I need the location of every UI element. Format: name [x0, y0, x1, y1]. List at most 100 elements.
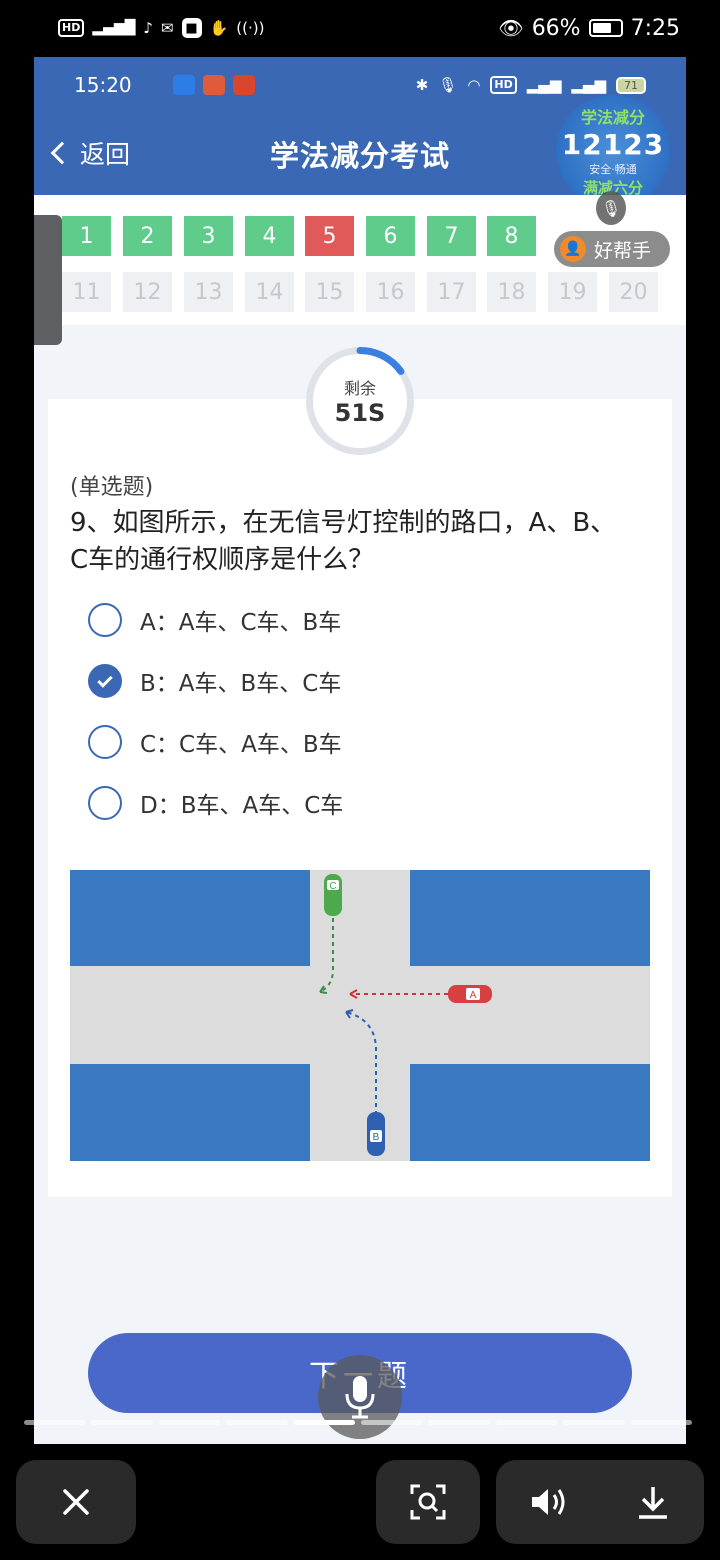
- option-b[interactable]: B：A车、B车、C车: [88, 664, 341, 698]
- hd-icon: HD: [58, 19, 85, 37]
- tiktok-icon: ♪: [143, 19, 153, 37]
- car-a-label: A: [470, 990, 477, 1001]
- story-progress: [24, 1420, 693, 1426]
- progress-dash: [630, 1420, 693, 1425]
- question-number-box[interactable]: 6: [366, 216, 415, 256]
- close-icon: [63, 1489, 89, 1515]
- app-icon: ■: [181, 18, 202, 38]
- question-number-box[interactable]: 19: [548, 272, 597, 312]
- question-number-box[interactable]: 4: [245, 216, 294, 256]
- question-number-box[interactable]: 5: [305, 216, 354, 256]
- app-screen: 15:20 ✱ 🎙 ◠ HD ▂▄▆ ▂▄▆ 71 返回 学法减分考试 学法减分…: [34, 57, 686, 1444]
- progress-dash: [293, 1420, 356, 1425]
- clock: 7:25: [630, 15, 680, 41]
- outer-status-right: 👁 66% 7:25: [498, 16, 680, 41]
- battery-icon: 71: [615, 76, 646, 94]
- user-icon: 👤: [560, 236, 586, 262]
- option-label: D：B车、A车、C车: [140, 793, 344, 819]
- car-b: B: [367, 1112, 385, 1156]
- signal-icon: ▂▄▆: [526, 76, 562, 94]
- radio-checked[interactable]: [88, 664, 122, 698]
- radio-unchecked[interactable]: [88, 725, 122, 759]
- option-label: A：A车、C车、B车: [140, 610, 342, 636]
- mic-icon: 🎙: [438, 76, 458, 94]
- voice-input-button[interactable]: [318, 1355, 402, 1439]
- option-c[interactable]: C：C车、A车、B车: [88, 725, 342, 759]
- app-icon: [232, 75, 255, 95]
- signal-icon: ▂▄▆: [571, 76, 606, 94]
- progress-dash: [563, 1420, 625, 1425]
- volume-icon[interactable]: [529, 1485, 569, 1519]
- question-number-box[interactable]: 16: [366, 272, 415, 312]
- progress-dash: [24, 1420, 86, 1425]
- helper-button[interactable]: 👤 好帮手: [554, 231, 670, 267]
- outer-status-bar: HD ▂▄▆█ ♪ ✉ ■ ✋ ((·)) 👁 66% 7:25: [0, 0, 720, 56]
- question-number-box[interactable]: 18: [487, 272, 536, 312]
- question-number-box[interactable]: 17: [427, 272, 476, 312]
- download-icon[interactable]: [635, 1484, 671, 1520]
- question-number-box[interactable]: 15: [305, 272, 354, 312]
- inner-clock: 15:20: [74, 73, 132, 97]
- city-block: [70, 1064, 310, 1161]
- timer-progress-arc: [306, 347, 414, 455]
- signal-icon: ▂▄▆█: [92, 20, 136, 36]
- close-button[interactable]: [16, 1460, 136, 1544]
- progress-dash: [361, 1420, 423, 1425]
- inner-status-right: ✱ 🎙 ◠ HD ▂▄▆ ▂▄▆ 71: [416, 76, 646, 94]
- logo-number: 12123: [561, 128, 665, 161]
- question-number-box[interactable]: 20: [609, 272, 658, 312]
- wechat-icon: ✉: [161, 19, 174, 37]
- chevron-left-icon: [50, 141, 74, 165]
- option-a[interactable]: A：A车、C车、B车: [88, 603, 341, 637]
- question-number-box[interactable]: 1: [62, 216, 111, 256]
- mic-icon: [345, 1376, 375, 1419]
- question-number-box[interactable]: 13: [184, 272, 233, 312]
- question-text: 9、如图所示，在无信号灯控制的路口，A、B、C车的通行权顺序是什么？: [70, 508, 617, 575]
- back-label: 返回: [80, 140, 131, 169]
- bluetooth-icon: ✱: [415, 76, 429, 94]
- city-block: [410, 1064, 650, 1161]
- question-type: (单选题): [70, 475, 154, 500]
- question-number-box[interactable]: 2: [123, 216, 172, 256]
- hotspot-icon: ((·)): [236, 19, 265, 37]
- question-number-box[interactable]: 14: [245, 272, 294, 312]
- progress-dash: [226, 1420, 288, 1425]
- battery-icon: [588, 19, 623, 37]
- option-label: B：A车、B车、C车: [140, 671, 342, 697]
- wifi-icon: ◠: [467, 76, 481, 94]
- app-icon: [172, 75, 195, 95]
- mic-icon[interactable]: 🎙: [596, 191, 626, 225]
- option-label: C：C车、A车、B车: [140, 732, 342, 758]
- progress-dash: [428, 1420, 490, 1425]
- hand-icon: ✋: [209, 19, 229, 37]
- city-block: [70, 870, 310, 966]
- question-number-box[interactable]: 8: [487, 216, 536, 256]
- inner-status-apps: [172, 75, 255, 95]
- car-c: C: [324, 874, 342, 916]
- check-icon: [97, 671, 113, 688]
- eye-icon: 👁: [498, 16, 524, 40]
- radio-unchecked[interactable]: [88, 786, 122, 820]
- side-drag-handle[interactable]: [34, 215, 62, 345]
- question-number-box[interactable]: 12: [123, 272, 172, 312]
- logo-top-text: 学法减分: [580, 108, 645, 127]
- radio-unchecked[interactable]: [88, 603, 122, 637]
- countdown-timer: 剩余 51S: [306, 347, 414, 455]
- question-number-box[interactable]: 3: [184, 216, 233, 256]
- progress-dash: [158, 1420, 221, 1425]
- city-block: [410, 870, 650, 966]
- car-a: A: [448, 985, 492, 1003]
- intersection-diagram: C A B: [70, 870, 650, 1161]
- question-number-box[interactable]: 11: [62, 272, 111, 312]
- hd-icon: HD: [490, 76, 517, 94]
- scan-icon: [410, 1484, 446, 1520]
- app-icon: [202, 75, 225, 95]
- progress-dash: [495, 1420, 558, 1425]
- progress-dash: [91, 1420, 153, 1425]
- question-number-box[interactable]: 7: [427, 216, 476, 256]
- back-button[interactable]: 返回: [50, 135, 131, 171]
- car-c-label: C: [329, 881, 336, 892]
- media-controls: [496, 1460, 704, 1544]
- scan-button[interactable]: [376, 1460, 480, 1544]
- option-d[interactable]: D：B车、A车、C车: [88, 786, 343, 820]
